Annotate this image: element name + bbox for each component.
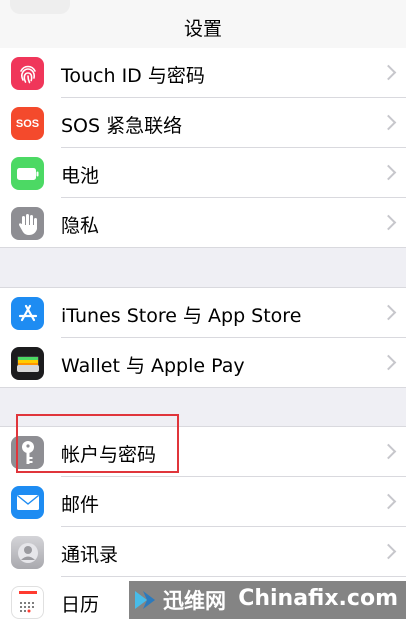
settings-row-label: iTunes Store 与 App Store: [61, 305, 302, 327]
chevron-right-icon: [380, 443, 397, 460]
status-bar-remnant: [10, 0, 70, 14]
navigation-bar: 设置: [0, 0, 406, 52]
chevron-right-icon: [380, 354, 397, 371]
fingerprint-icon: [11, 57, 44, 90]
sos-icon-text: SOS: [15, 117, 40, 130]
settings-row-sos[interactable]: SOS SOS 紧急联络: [0, 98, 406, 148]
watermark-site: Chinafix.com: [238, 586, 398, 611]
settings-row-label: 邮件: [61, 494, 100, 516]
chevron-right-icon: [380, 64, 397, 81]
chevron-right-icon: [380, 114, 397, 131]
settings-row-label: 通讯录: [61, 544, 119, 566]
brand-arrow-icon: [133, 587, 159, 613]
settings-row-wallet[interactable]: Wallet 与 Apple Pay: [0, 338, 406, 388]
settings-row-label: 电池: [61, 165, 100, 187]
mail-icon: [11, 486, 44, 519]
chevron-right-icon: [380, 543, 397, 560]
settings-group-store: iTunes Store 与 App Store Wallet 与 Apple …: [0, 287, 406, 388]
settings-row-label: 日历: [61, 594, 100, 616]
settings-row-battery[interactable]: 电池: [0, 148, 406, 198]
settings-row-label: Wallet 与 Apple Pay: [61, 355, 245, 377]
chevron-right-icon: [380, 164, 397, 181]
watermark-logo: 迅维网: [133, 584, 243, 616]
watermark-brand: 迅维网: [163, 589, 226, 613]
chevron-right-icon: [380, 493, 397, 510]
settings-row-touch-id[interactable]: Touch ID 与密码: [0, 48, 406, 98]
row-divider: [0, 247, 406, 248]
chevron-right-icon: [380, 304, 397, 321]
settings-group-security: Touch ID 与密码 SOS SOS 紧急联络 电池 隐私: [0, 48, 406, 248]
wallet-icon: [11, 347, 44, 380]
page-title: 设置: [183, 18, 222, 40]
app-store-icon: [11, 297, 44, 330]
settings-row-label: Touch ID 与密码: [61, 65, 205, 87]
hand-icon: [11, 207, 44, 240]
highlight-annotation-box: [16, 414, 179, 473]
settings-row-privacy[interactable]: 隐私: [0, 198, 406, 248]
settings-row-label: SOS 紧急联络: [61, 115, 183, 137]
watermark-banner: 迅维网 Chinafix.com: [129, 581, 406, 619]
battery-icon: [11, 157, 44, 190]
chevron-right-icon: [380, 214, 397, 231]
contacts-icon: [11, 536, 44, 569]
settings-row-mail[interactable]: 邮件: [0, 477, 406, 527]
settings-row-itunes-app-store[interactable]: iTunes Store 与 App Store: [0, 288, 406, 338]
row-divider: [0, 387, 406, 388]
calendar-icon: [11, 586, 44, 619]
settings-row-label: 隐私: [61, 215, 100, 237]
sos-icon: SOS: [11, 107, 44, 140]
settings-row-contacts[interactable]: 通讯录: [0, 527, 406, 577]
